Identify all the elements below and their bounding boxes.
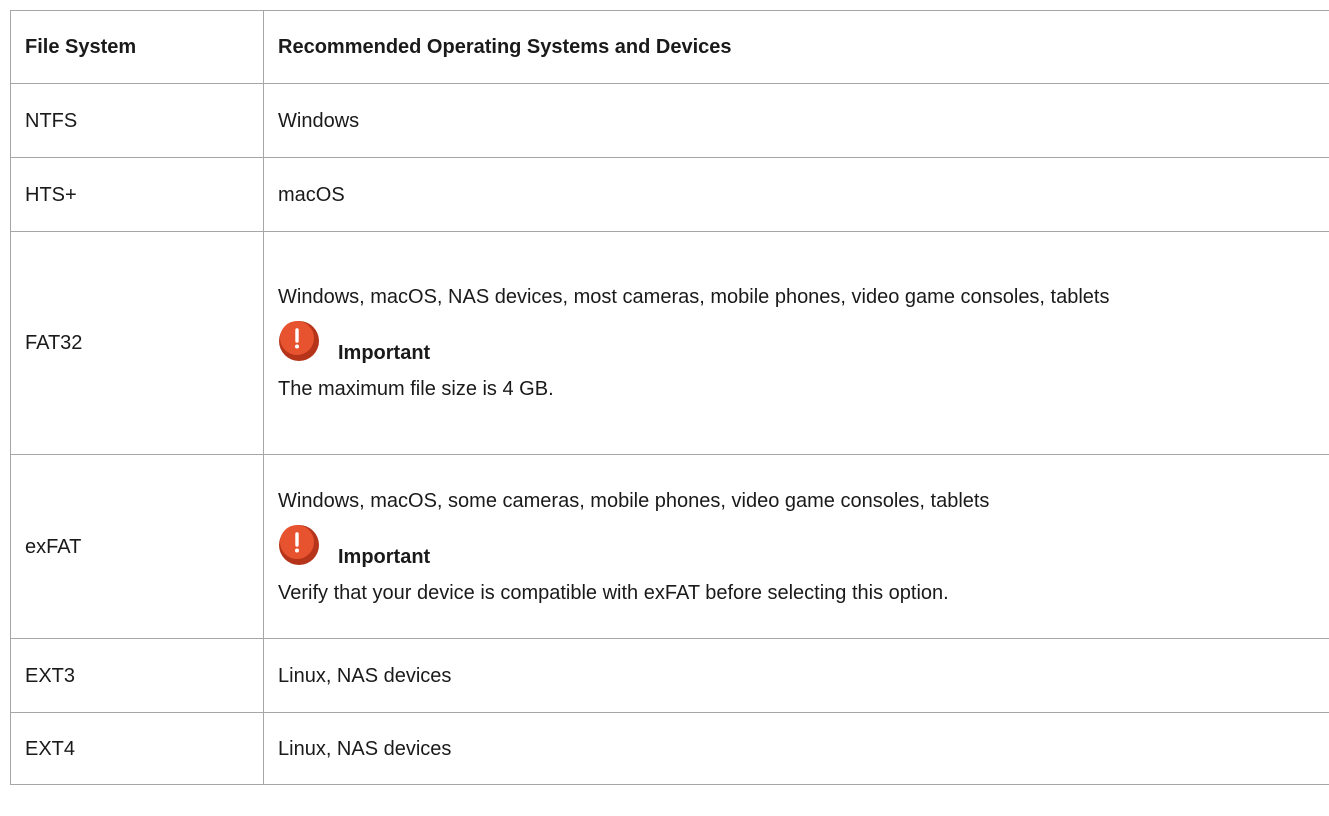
systems-cell: Windows xyxy=(263,83,1329,158)
systems-cell: Linux, NAS devices xyxy=(263,712,1329,785)
file-system-cell: EXT4 xyxy=(10,712,264,785)
important-label: Important xyxy=(338,342,431,364)
table-row: EXT3 Linux, NAS devices xyxy=(10,638,1329,713)
systems-cell: Windows, macOS, some cameras, mobile pho… xyxy=(263,454,1329,639)
table-row: exFAT Windows, macOS, some cameras, mobi… xyxy=(10,454,1329,639)
file-system-cell: EXT3 xyxy=(10,638,264,713)
important-warning-icon xyxy=(279,321,319,361)
table-row: EXT4 Linux, NAS devices xyxy=(10,712,1329,785)
file-system-cell: NTFS xyxy=(10,83,264,158)
important-label: Important xyxy=(338,545,431,568)
important-callout: Important xyxy=(278,318,1329,364)
file-system-cell: exFAT xyxy=(10,454,264,639)
systems-cell: macOS xyxy=(263,157,1329,232)
important-warning-icon xyxy=(279,524,319,565)
systems-cell: Windows, macOS, NAS devices, most camera… xyxy=(263,231,1329,455)
column-header-recommended-systems: Recommended Operating Systems and Device… xyxy=(263,10,1329,84)
important-note-text: The maximum file size is 4 GB. xyxy=(278,378,554,400)
table-row: HTS+ macOS xyxy=(10,157,1329,232)
table-row: NTFS Windows xyxy=(10,83,1329,158)
systems-text: Windows, macOS, NAS devices, most camera… xyxy=(278,286,1110,308)
systems-cell: Linux, NAS devices xyxy=(263,638,1329,713)
table-header-row: File System Recommended Operating System… xyxy=(10,10,1329,84)
file-system-cell: HTS+ xyxy=(10,157,264,232)
table-row: FAT32 Windows, macOS, NAS devices, most … xyxy=(10,231,1329,455)
column-header-file-system: File System xyxy=(10,10,264,84)
important-callout: Important xyxy=(278,522,1329,568)
systems-text: Windows, macOS, some cameras, mobile pho… xyxy=(278,489,990,512)
file-system-cell: FAT32 xyxy=(10,231,264,455)
important-note-text: Verify that your device is compatible wi… xyxy=(278,581,949,604)
file-system-table: File System Recommended Operating System… xyxy=(10,10,1329,785)
